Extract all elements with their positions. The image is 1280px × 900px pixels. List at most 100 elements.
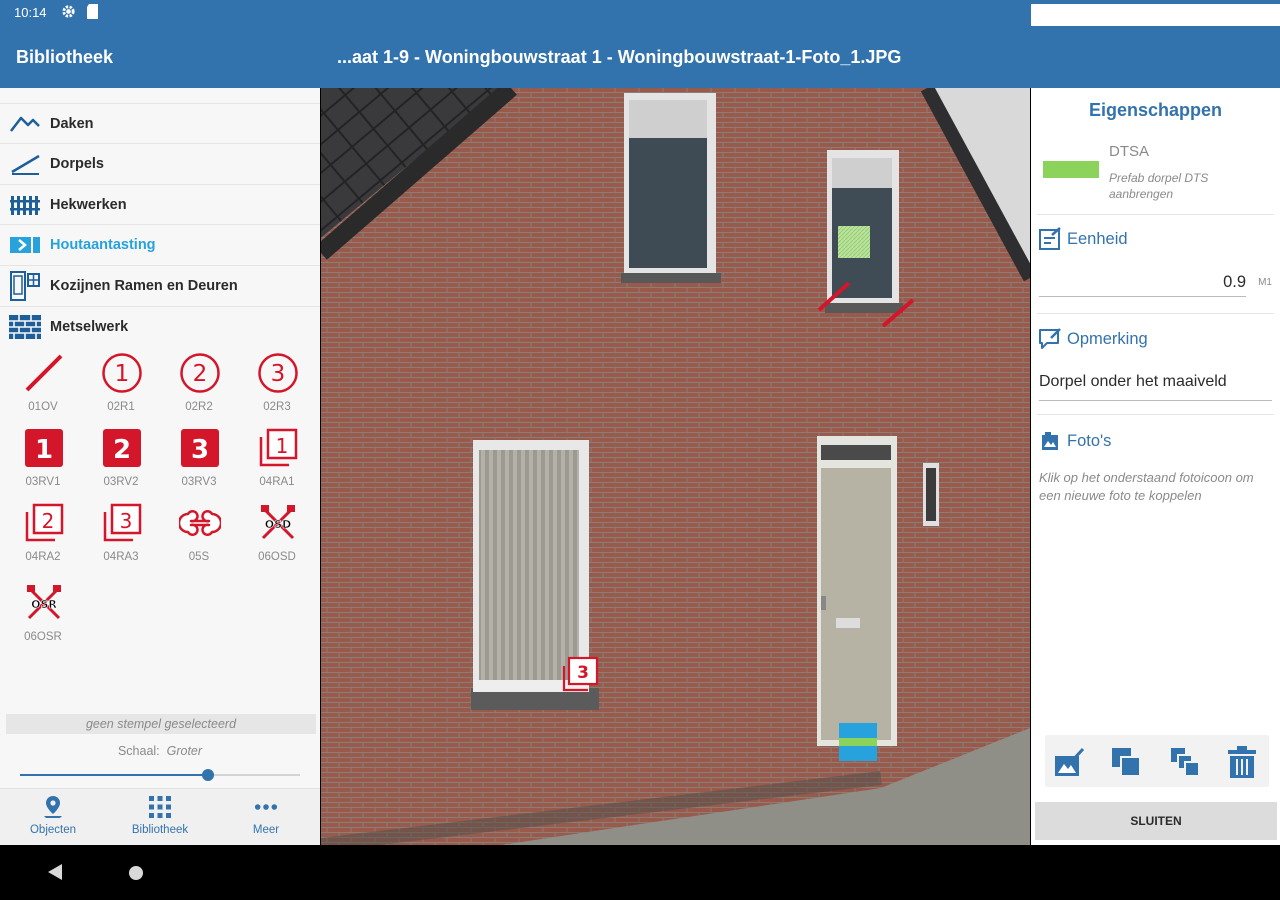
stamp-04RA2[interactable]: 2 04RA2 [4,500,82,578]
category-label: Kozijnen Ramen en Deuren [50,277,238,294]
scale-slider-thumb[interactable] [201,769,214,781]
svg-text:OSD: OSD [265,518,291,531]
stamp-06OSR[interactable]: OSR 06OSR [4,580,82,658]
stamp-01OV[interactable]: 01OV [4,350,82,428]
category-label: Daken [50,115,94,132]
circle-number-stamp-icon: 3 [257,352,299,394]
add-photo-icon [1055,747,1085,776]
stamp-03RV1[interactable]: 1 03RV1 [4,425,82,503]
app-bar: Bibliotheek ...aat 1-9 - Woningbouwstraa… [0,26,1280,88]
stamp-05S[interactable]: 05S [160,500,238,578]
circle-number-stamp-icon: 1 [101,352,143,394]
nav-meer[interactable]: Meer [213,789,319,846]
house-photo: 3 [321,88,1030,845]
nav-bibliotheek[interactable]: Bibliotheek [107,789,213,846]
circle-number-stamp-icon: 2 [179,352,221,394]
category-dorpels[interactable]: Dorpels [0,143,320,183]
stamp-03RV3[interactable]: 3 03RV3 [160,425,238,503]
svg-text:2: 2 [193,361,208,387]
slash-stamp-icon [23,352,65,394]
duplicate-button[interactable] [1107,743,1145,781]
stacked-number-stamp-icon: 2 [23,502,65,544]
stamp-06OSD[interactable]: OSD 06OSD [238,500,316,578]
add-photo-button[interactable] [1050,743,1088,781]
scale-slider-fill [20,774,208,776]
category-metselwerk[interactable]: Metselwerk [0,306,320,346]
unit-section: Eenheid [1037,226,1128,252]
properties-panel: Eigenschappen DTSA Prefab dorpel DTS aan… [1031,88,1280,845]
crossed-tools-stamp-icon: OSD [257,502,299,544]
photos-section: Foto's [1037,428,1111,454]
stamp-02R3[interactable]: 3 02R3 [238,350,316,428]
copy-icon [1112,748,1141,777]
category-houtaantasting[interactable]: Houtaantasting [0,224,320,264]
remark-section: Opmerking [1037,326,1148,352]
stacked-number-stamp-icon: 1 [257,427,299,469]
layers-button[interactable] [1166,743,1204,781]
stamp-02R2[interactable]: 2 02R2 [160,350,238,428]
quantity-value[interactable]: 0.9 [1223,273,1246,292]
library-title[interactable]: Bibliotheek [16,47,113,68]
layers-icon [1171,748,1200,777]
svg-text:3: 3 [577,663,589,683]
brick-wall-icon [8,314,42,340]
sill-icon [8,151,42,177]
fence-icon [8,192,42,218]
category-label: Metselwerk [50,318,129,335]
nav-objecten[interactable]: Objecten [0,789,106,846]
trash-icon [1228,746,1256,778]
stacked-number-stamp-icon: 3 [101,502,143,544]
map-pin-icon [41,795,65,819]
close-button[interactable]: SLUITEN [1035,802,1277,840]
photo-canvas[interactable]: 3 [321,88,1030,845]
crossed-tools-stamp-icon: OSR [23,582,65,624]
action-toolbar [1045,735,1269,787]
roof-icon [8,111,42,137]
stamp-selection-status: geen stempel geselecteerd [6,714,316,734]
svg-text:OSR: OSR [31,598,57,611]
svg-text:3: 3 [120,509,133,533]
photos-hint: Klik op het onderstaand fotoicoon om een… [1039,470,1254,503]
square-number-stamp-icon: 2 [101,427,143,469]
window-frame-icon [8,270,42,301]
property-description: Prefab dorpel DTS aanbrengen [1109,171,1209,201]
home-icon[interactable] [129,866,143,880]
quantity-field[interactable]: 0.9 M1 [1039,273,1272,297]
stamp-04RA1[interactable]: 1 04RA1 [238,425,316,503]
bottom-navigation: Objecten Bibliotheek Meer [0,788,320,845]
gear-icon [61,4,76,22]
wood-decay-icon [8,232,42,258]
svg-text:1: 1 [35,435,53,465]
stamp-03RV2[interactable]: 2 03RV2 [82,425,160,503]
remark-field[interactable]: Dorpel onder het maaiveld [1039,373,1272,401]
library-panel: Daken Dorpels Hekwerken Houtaantasting K… [0,88,320,845]
svg-text:2: 2 [113,435,131,465]
svg-text:3: 3 [271,361,286,387]
stamp-04RA3[interactable]: 3 04RA3 [82,500,160,578]
square-number-stamp-icon: 3 [179,427,221,469]
grid-icon [148,795,172,819]
property-code: DTSA [1109,143,1150,160]
more-icon [254,795,278,819]
category-hekwerken[interactable]: Hekwerken [0,184,320,224]
sd-card-icon [86,4,99,22]
back-icon[interactable] [46,863,64,886]
status-time: 10:14 [14,5,47,20]
category-label: Houtaantasting [50,236,156,253]
quantity-unit: M1 [1258,277,1272,288]
property-color-swatch [1043,161,1099,178]
svg-text:1: 1 [115,361,130,387]
system-navigation-bar [0,845,1280,900]
category-kozijnen[interactable]: Kozijnen Ramen en Deuren [0,265,320,305]
category-label: Hekwerken [50,196,127,213]
category-label: Dorpels [50,155,104,172]
category-daken[interactable]: Daken [0,103,320,143]
app-window: 10:14 Bibliotheek ...aat 1-9 - Woningbou… [0,0,1280,900]
status-bar: 10:14 [0,0,1280,761]
scale-slider[interactable] [20,769,300,781]
scale-label: Schaal: Groter [117,744,203,758]
properties-title: Eigenschappen [1088,100,1223,120]
delete-button[interactable] [1223,743,1261,781]
svg-text:3: 3 [191,435,209,465]
stamp-02R1[interactable]: 1 02R1 [82,350,160,428]
